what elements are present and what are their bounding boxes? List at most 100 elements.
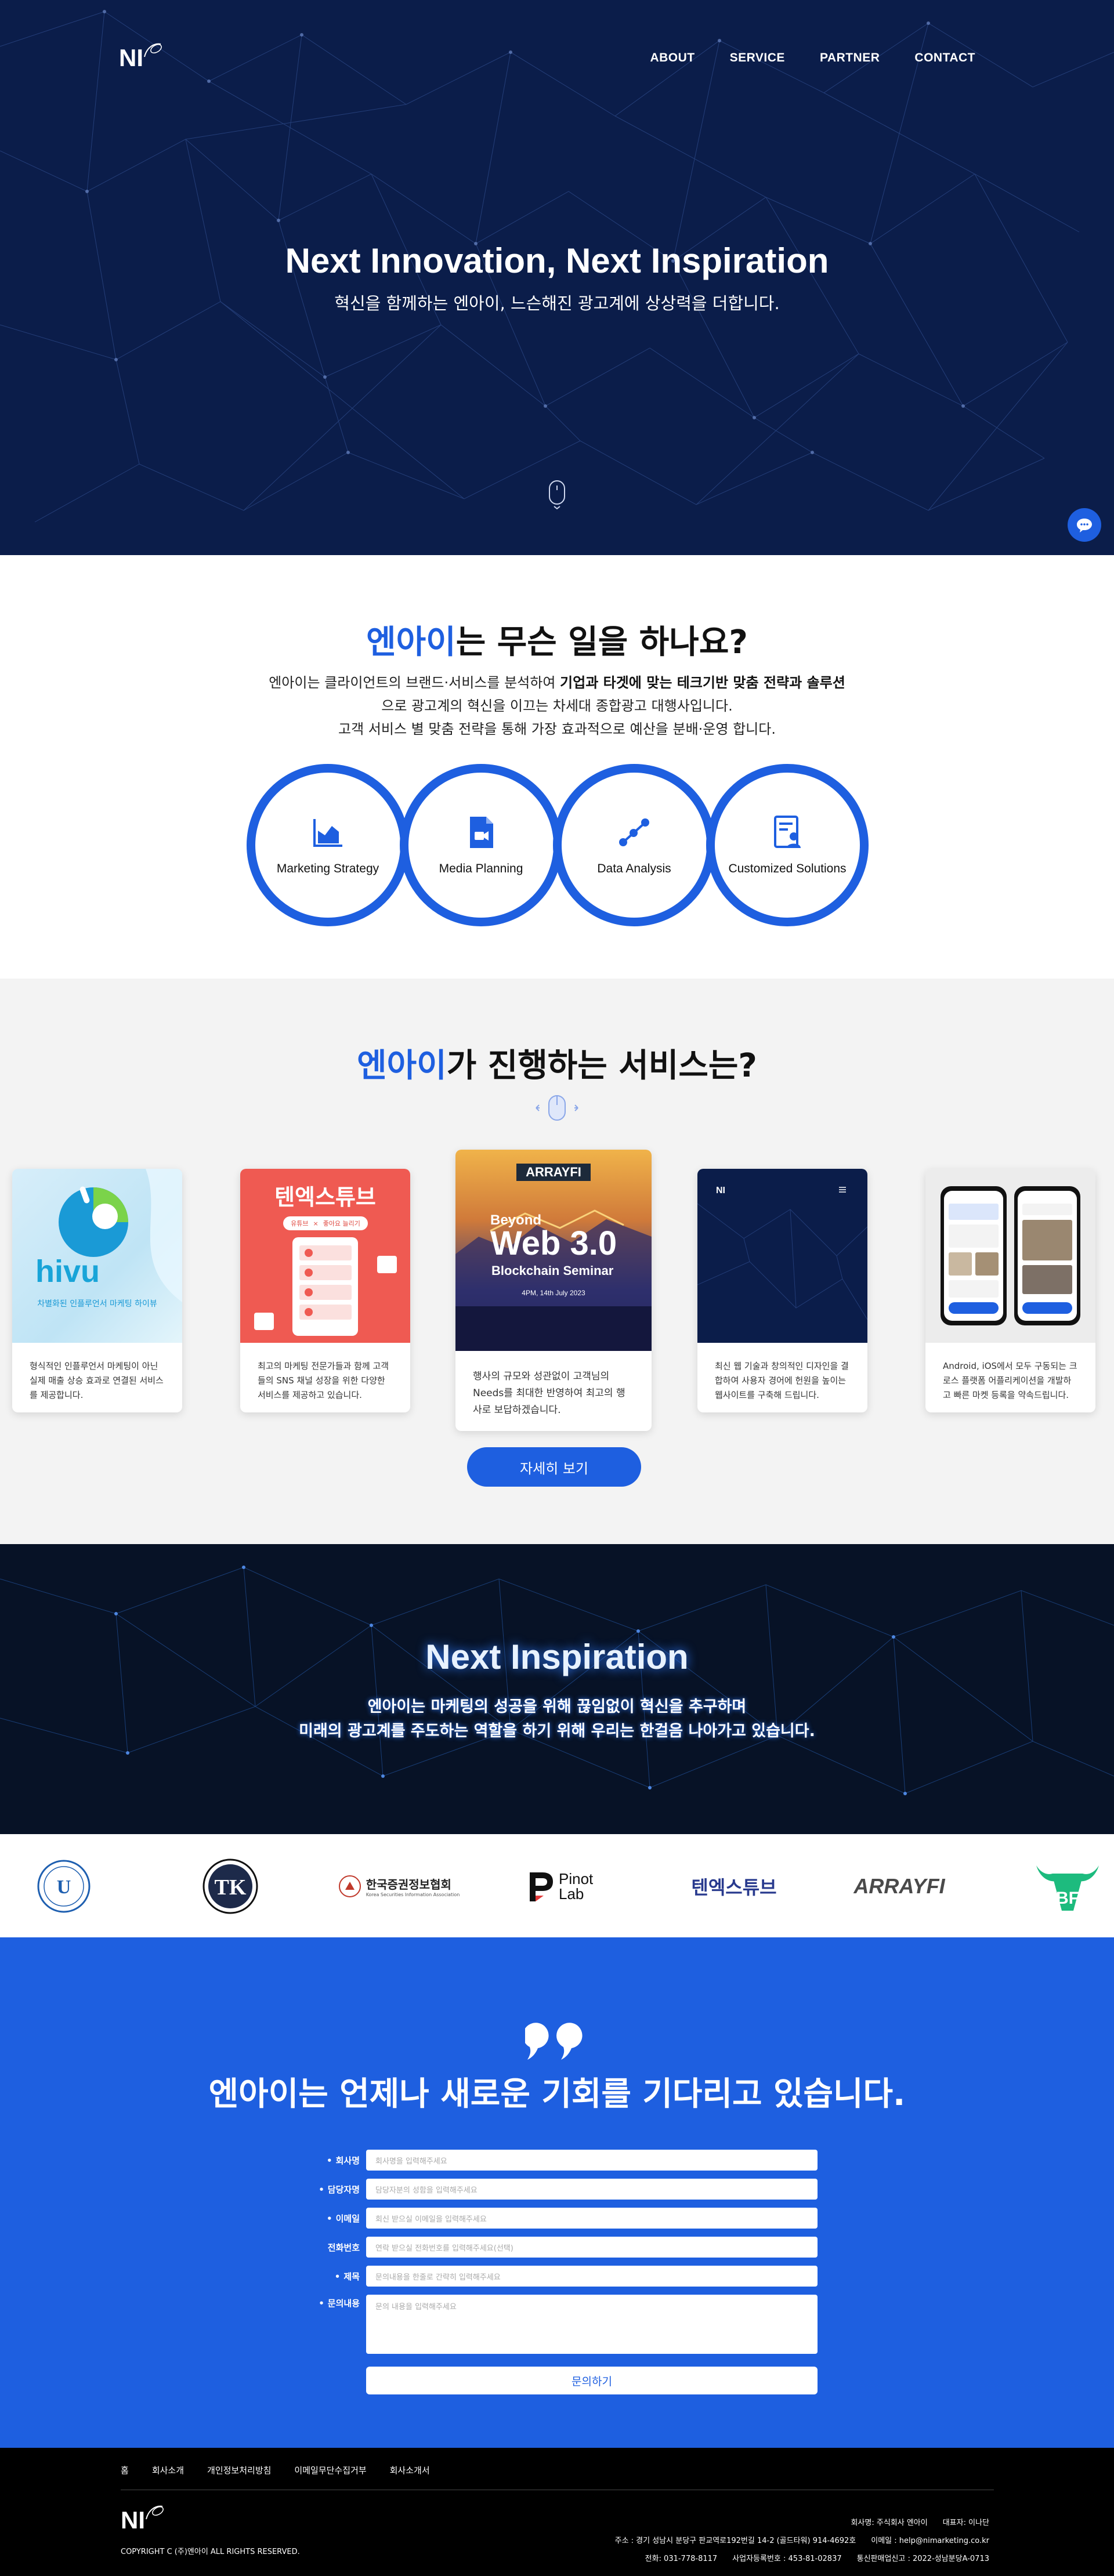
what-we-do-section: 엔아이는 무슨 일을 하나요? 엔아이는 클라이언트의 브랜드·서비스를 분석하… xyxy=(0,555,1114,979)
what-desc-line1b: 기업과 타겟에 맞는 테크기반 맞춤 전략과 솔루션 xyxy=(560,675,845,691)
footer-phone: 전화: 031-778-8117 xyxy=(645,2555,718,2563)
service-card-website[interactable]: NI 최신 웹 기술과 창의적인 디자인을 결합하여 사용자 경어에 헌원을 높… xyxy=(697,1169,867,1412)
hero-subtitle: 혁신을 함께하는 엔아이, 느슨해진 광고계에 상상력을 더합니다. xyxy=(334,294,780,313)
service-card-tenxtube[interactable]: 텐엑스튜브 유튜브 × 좋아요 늘리기 최고의 마케팅 전문가들과 함께 고객들의 … xyxy=(240,1169,410,1412)
nav-about[interactable]: ABOUT xyxy=(650,51,695,65)
partner-logo-arrayfi: ARRAYFI xyxy=(844,1857,954,1915)
field-label-text: 문의내용 xyxy=(327,2298,360,2309)
services-title-rest: 가 진행하는 서비스는? xyxy=(446,1047,757,1085)
footer-biz-no: 사업자등록번호 : 453-81-02837 xyxy=(732,2555,842,2563)
partner-name: ARRAYFI xyxy=(853,1874,945,1898)
partner-name: BF xyxy=(1056,1889,1079,1908)
chat-button[interactable] xyxy=(1068,508,1101,542)
field-label-text: 제목 xyxy=(343,2271,360,2282)
field-label-text: 이메일 xyxy=(335,2213,360,2224)
seminar-web3: Web 3.0 xyxy=(490,1224,617,1262)
footer-ceo: 대표자: 이나단 xyxy=(942,2519,989,2527)
nav-service[interactable]: SERVICE xyxy=(730,51,785,65)
what-title-highlight: 엔아이 xyxy=(366,624,456,661)
card-thumbnail: 텐엑스튜브 유튜브 × 좋아요 늘리기 xyxy=(240,1169,410,1343)
partner-name: U xyxy=(57,1876,71,1898)
required-marker: • xyxy=(327,2213,332,2224)
field-label: • 제목 xyxy=(302,2270,360,2282)
submit-button[interactable]: 문의하기 xyxy=(366,2367,818,2394)
contact-section: 엔아이는 언제나 새로운 기회를 기다리고 있습니다. • 회사명 회사명을 입력… xyxy=(0,1937,1114,2448)
circle-label: Customized Solutions xyxy=(728,862,847,875)
field-message: • 문의내용 문의 내용을 입력해주세요 xyxy=(302,2295,818,2354)
company-input[interactable]: 회사명을 입력해주세요 xyxy=(366,2150,818,2171)
ksia-emblem-icon xyxy=(338,1875,361,1897)
card-description: 행사의 규모와 성관없이 고객님의 Needs를 최대한 반영하여 최고의 행사… xyxy=(473,1371,625,1416)
field-label: • 회사명 xyxy=(302,2154,360,2166)
circle-label: Marketing Strategy xyxy=(276,862,379,875)
hivu-caption: 차별화된 인플루언서 마케팅 하이뷰 xyxy=(37,1299,157,1309)
footer-links: 홈 회사소개 개인정보처리방침 이메일무단수집거부 회사소개서 xyxy=(121,2464,430,2476)
manager-input[interactable]: 담당자분의 성함을 입력해주세요 xyxy=(366,2179,818,2200)
partner-name: TK xyxy=(215,1875,247,1900)
field-phone: 전화번호 연락 받으실 전화번호를 입력해주세요(선택) xyxy=(302,2237,818,2258)
inspiration-text: 엔아이는 마케팅의 성공을 위해 끊임없이 혁신을 추구하며 미래의 광고계를 … xyxy=(0,1695,1114,1744)
partner-name: Pinot Lab xyxy=(559,1870,594,1903)
circle-customized-solutions: Customized Solutions xyxy=(706,764,869,926)
footer-copyright: COPYRIGHT C (주)엔아이 ALL RIGHTS RESERVED. xyxy=(121,2548,300,2556)
nav-contact[interactable]: CONTACT xyxy=(914,51,975,65)
nav-partner[interactable]: PARTNER xyxy=(820,51,880,65)
what-desc-line1a: 엔아이는 클라이언트의 브랜드·서비스를 분석하여 xyxy=(269,675,560,691)
card-description: 최신 웹 기술과 창의적인 디자인을 결합하여 사용자 경어에 헌원을 높이는 … xyxy=(715,1361,849,1400)
footer-company: 회사명: 주식회사 엔아이 xyxy=(851,2519,928,2527)
email-input[interactable]: 회신 받으실 이메일을 입력해주세요 xyxy=(366,2208,818,2229)
required-marker: • xyxy=(319,2298,324,2309)
subject-input[interactable]: 문의내용을 한줄로 간략히 입력해주세요 xyxy=(366,2266,818,2287)
service-card-app[interactable]: Android, iOS에서 모두 구동되는 크로스 플랫폼 어플리케이션을 개… xyxy=(925,1169,1095,1412)
hero-section: NI ABOUT SERVICE PARTNER CONTACT Next In… xyxy=(0,0,1114,555)
scroll-mouse-icon[interactable] xyxy=(548,480,566,510)
arrayfi-brand: ARRAYFI xyxy=(516,1164,591,1181)
field-label-text: 전화번호 xyxy=(327,2242,360,2253)
svg-text:hivu: hivu xyxy=(35,1254,100,1289)
seminar-date: 4PM, 14th July 2023 xyxy=(522,1289,585,1297)
partner-logo-tk: TK xyxy=(198,1857,262,1915)
hivu-logo-icon: hivu xyxy=(35,1169,182,1302)
bull-logo-icon: BF xyxy=(1036,1865,1099,1911)
footer-logo-text: NI xyxy=(121,2506,145,2534)
top-nav: NI ABOUT SERVICE PARTNER CONTACT xyxy=(0,41,1114,75)
video-file-icon xyxy=(470,817,493,848)
field-manager: • 담당자명 담당자분의 성함을 입력해주세요 xyxy=(302,2179,818,2200)
field-label: • 담당자명 xyxy=(302,2183,360,2195)
card-description: 최고의 마케팅 전문가들과 함께 고객들의 SNS 채널 성장을 위한 다양한 … xyxy=(258,1361,389,1400)
footer-link-home[interactable]: 홈 xyxy=(121,2464,129,2476)
footer-link-email-policy[interactable]: 이메일무단수집거부 xyxy=(294,2464,366,2476)
what-desc-line3: 고객 서비스 별 맞춤 전략을 통해 가장 효과적으로 예산을 분배·운영 합니… xyxy=(338,721,776,737)
partner-name: 한국증권정보협회 xyxy=(366,1878,451,1892)
footer-logo: NI xyxy=(121,2503,167,2538)
quote-icon xyxy=(525,2023,583,2060)
partner-logo-ksia: 한국증권정보협회 Korea Securities Information As… xyxy=(334,1857,464,1915)
ksia-text: 한국증권정보협회 Korea Securities Information As… xyxy=(366,1875,460,1897)
what-desc-line2: 으로 광고계의 혁신을 이끄는 차세대 종합광고 대행사입니다. xyxy=(381,698,733,714)
message-textarea[interactable]: 문의 내용을 입력해주세요 xyxy=(366,2295,818,2354)
partner-logo-university: U xyxy=(32,1857,96,1915)
website-mockup-icon: NI xyxy=(697,1186,867,1320)
more-button[interactable]: 자세히 보기 xyxy=(467,1447,641,1487)
network-background xyxy=(0,1566,1114,1795)
ni-logo[interactable]: NI xyxy=(119,41,165,75)
partners-section: U TK 한국증권정보협회 Korea Securities Informati… xyxy=(0,1834,1114,1937)
footer-link-about[interactable]: 회사소개 xyxy=(152,2464,184,2476)
footer-link-brochure[interactable]: 회사소개서 xyxy=(390,2464,430,2476)
footer-address: 주소 : 경기 성남시 분당구 판교역로192번길 14-2 (골드타워) 91… xyxy=(614,2537,856,2545)
required-marker: • xyxy=(319,2184,324,2195)
footer-link-privacy[interactable]: 개인정보처리방침 xyxy=(207,2464,271,2476)
service-card-arrayfi[interactable]: ARRAYFI Beyond Web 3.0 Blockchain Semina… xyxy=(455,1150,652,1431)
circle-marketing-strategy: Marketing Strategy xyxy=(247,764,409,926)
footer: 홈 회사소개 개인정보처리방침 이메일무단수집거부 회사소개서 NI COPYR… xyxy=(0,2448,1114,2576)
circle-label: Data Analysis xyxy=(597,862,671,875)
service-card-hivu[interactable]: hivu 차별화된 인플루언서 마케팅 하이뷰 형식적인 인플루언서 마케팅이 … xyxy=(12,1169,182,1412)
required-marker: • xyxy=(334,2271,341,2282)
field-label-text: 담당자명 xyxy=(327,2184,360,2195)
services-title-highlight: 엔아이 xyxy=(357,1047,447,1085)
smartphones-icon xyxy=(941,1186,1080,1325)
card-thumbnail xyxy=(925,1169,1095,1343)
field-email: • 이메일 회신 받으실 이메일을 입력해주세요 xyxy=(302,2208,818,2229)
phone-input[interactable]: 연락 받으실 전화번호를 입력해주세요(선택) xyxy=(366,2237,818,2258)
partner-logo-tenxtube: 텐엑스튜브 xyxy=(685,1857,783,1915)
